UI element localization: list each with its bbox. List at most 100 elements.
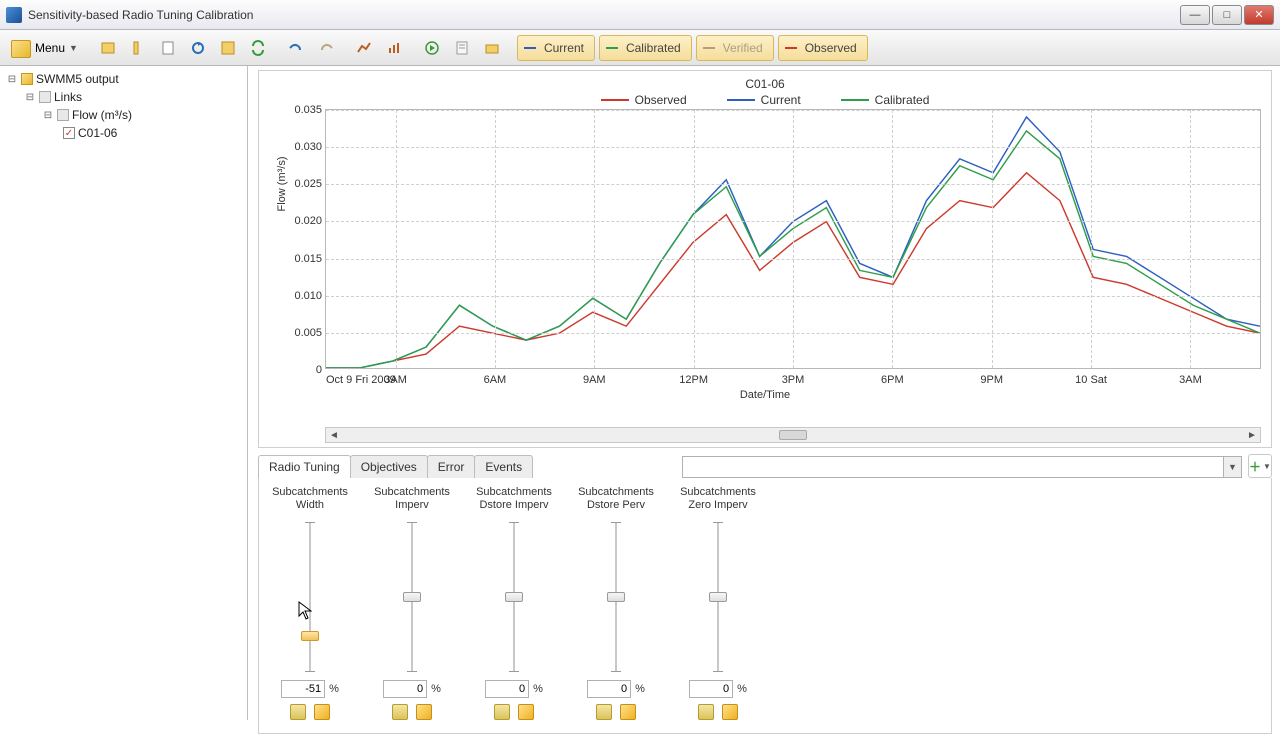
y-tick: 0.030 <box>278 141 322 153</box>
maximize-button[interactable]: □ <box>1212 5 1242 25</box>
slider-track[interactable] <box>603 522 629 672</box>
y-tick: 0.005 <box>278 327 322 339</box>
folder-add-icon[interactable] <box>479 35 505 61</box>
tree-flow[interactable]: ⊟ Flow (m³/s) <box>2 106 245 124</box>
y-tick: 0 <box>278 364 322 376</box>
wand-icon[interactable] <box>620 704 636 720</box>
tree-links[interactable]: ⊟ Links <box>2 88 245 106</box>
y-tick: 0.025 <box>278 178 322 190</box>
chevron-down-icon[interactable]: ▼ <box>1223 457 1241 477</box>
wand-icon[interactable] <box>722 704 738 720</box>
tree-checkbox[interactable]: ✓ <box>63 127 75 139</box>
percent-label: % <box>431 683 441 695</box>
slider-value-input[interactable] <box>281 680 325 698</box>
import-icon[interactable] <box>95 35 121 61</box>
chart-plot-area[interactable]: Flow (m³/s) Oct 9 Fri 2009 00.0050.0100.… <box>325 109 1261 369</box>
x-tick: 3AM <box>384 374 407 386</box>
sync-icon[interactable] <box>245 35 271 61</box>
tree-root[interactable]: ⊟ SWMM5 output <box>2 70 245 88</box>
run-icon[interactable] <box>419 35 445 61</box>
chart-options-icon[interactable] <box>381 35 407 61</box>
slider-track[interactable] <box>501 522 527 672</box>
x-tick: 10 Sat <box>1075 374 1107 386</box>
x-tick: 6AM <box>484 374 507 386</box>
slider-thumb[interactable] <box>709 592 727 602</box>
percent-label: % <box>635 683 645 695</box>
add-series-button[interactable]: ＋▼ <box>1248 454 1272 478</box>
slider-thumb[interactable] <box>607 592 625 602</box>
percent-label: % <box>329 683 339 695</box>
wand-icon[interactable] <box>314 704 330 720</box>
refresh-icon[interactable] <box>185 35 211 61</box>
y-tick: 0.015 <box>278 253 322 265</box>
lock-icon[interactable] <box>698 704 714 720</box>
chart-scrollbar[interactable]: ◄ ► <box>325 427 1261 443</box>
series-selector-combo[interactable]: ▼ <box>682 456 1242 478</box>
lock-icon[interactable] <box>290 704 306 720</box>
wand-icon[interactable] <box>416 704 432 720</box>
content-area: C01-06 ObservedCurrentCalibrated Flow (m… <box>248 66 1280 720</box>
slider-track[interactable] <box>399 522 425 672</box>
tab-error[interactable]: Error <box>427 455 476 478</box>
chart-title: C01-06 <box>269 77 1261 91</box>
slider-width: SubcatchmentsWidth% <box>269 486 351 720</box>
x-tick: 9PM <box>980 374 1003 386</box>
export-icon[interactable] <box>125 35 151 61</box>
main-area: ⊟ SWMM5 output ⊟ Links ⊟ Flow (m³/s) ✓ C… <box>0 66 1280 720</box>
scroll-left-icon[interactable]: ◄ <box>326 430 342 441</box>
undo-icon[interactable] <box>283 35 309 61</box>
slider-track[interactable] <box>297 522 323 672</box>
slider-value-input[interactable] <box>689 680 733 698</box>
series-toggle-verified[interactable]: Verified <box>696 35 774 61</box>
tab-radio-tuning[interactable]: Radio Tuning <box>258 455 351 478</box>
slider-thumb[interactable] <box>403 592 421 602</box>
tree-node[interactable]: ✓ C01-06 <box>2 124 245 142</box>
save-icon[interactable] <box>215 35 241 61</box>
tabs-row: Radio TuningObjectivesErrorEvents ▼ ＋▼ <box>258 454 1272 478</box>
menu-button[interactable]: Menu ▼ <box>6 35 83 61</box>
menu-label: Menu <box>35 41 65 55</box>
x-tick: 3AM <box>1179 374 1202 386</box>
percent-label: % <box>737 683 747 695</box>
folder-icon <box>21 73 33 85</box>
slider-zero-imperv: SubcatchmentsZero Imperv% <box>677 486 759 720</box>
series-toggle-observed[interactable]: Observed <box>778 35 868 61</box>
redo-icon[interactable] <box>313 35 339 61</box>
scroll-thumb[interactable] <box>779 430 807 440</box>
wand-icon[interactable] <box>518 704 534 720</box>
slider-value-input[interactable] <box>485 680 529 698</box>
lock-icon[interactable] <box>596 704 612 720</box>
tab-events[interactable]: Events <box>474 455 533 478</box>
slider-label: SubcatchmentsZero Imperv <box>680 486 756 516</box>
close-button[interactable]: ✕ <box>1244 5 1274 25</box>
slider-label: SubcatchmentsImperv <box>374 486 450 516</box>
slider-thumb[interactable] <box>301 631 319 641</box>
window-buttons: — □ ✕ <box>1180 5 1274 25</box>
lock-icon[interactable] <box>392 704 408 720</box>
percent-label: % <box>533 683 543 695</box>
legend-item: Current <box>727 93 801 107</box>
slider-dstore-imperv: SubcatchmentsDstore Imperv% <box>473 486 555 720</box>
slider-track[interactable] <box>705 522 731 672</box>
minimize-button[interactable]: — <box>1180 5 1210 25</box>
new-page-icon[interactable] <box>155 35 181 61</box>
scroll-right-icon[interactable]: ► <box>1244 430 1260 441</box>
radio-tuning-panel: SubcatchmentsWidth%SubcatchmentsImperv%S… <box>258 478 1272 734</box>
report-icon[interactable] <box>449 35 475 61</box>
series-toggle-current[interactable]: Current <box>517 35 595 61</box>
x-axis-label: Date/Time <box>269 389 1261 401</box>
series-toggle-group: CurrentCalibratedVerifiedObserved <box>517 35 868 61</box>
slider-dstore-perv: SubcatchmentsDstore Perv% <box>575 486 657 720</box>
chart-legend: ObservedCurrentCalibrated <box>269 93 1261 107</box>
slider-value-input[interactable] <box>383 680 427 698</box>
series-toggle-calibrated[interactable]: Calibrated <box>599 35 692 61</box>
tree-flow-label: Flow (m³/s) <box>72 108 132 122</box>
chart-style-icon[interactable] <box>351 35 377 61</box>
slider-thumb[interactable] <box>505 592 523 602</box>
lock-icon[interactable] <box>494 704 510 720</box>
slider-value-input[interactable] <box>587 680 631 698</box>
flow-icon <box>57 109 69 121</box>
tab-objectives[interactable]: Objectives <box>350 455 428 478</box>
y-tick: 0.035 <box>278 104 322 116</box>
y-tick: 0.020 <box>278 215 322 227</box>
